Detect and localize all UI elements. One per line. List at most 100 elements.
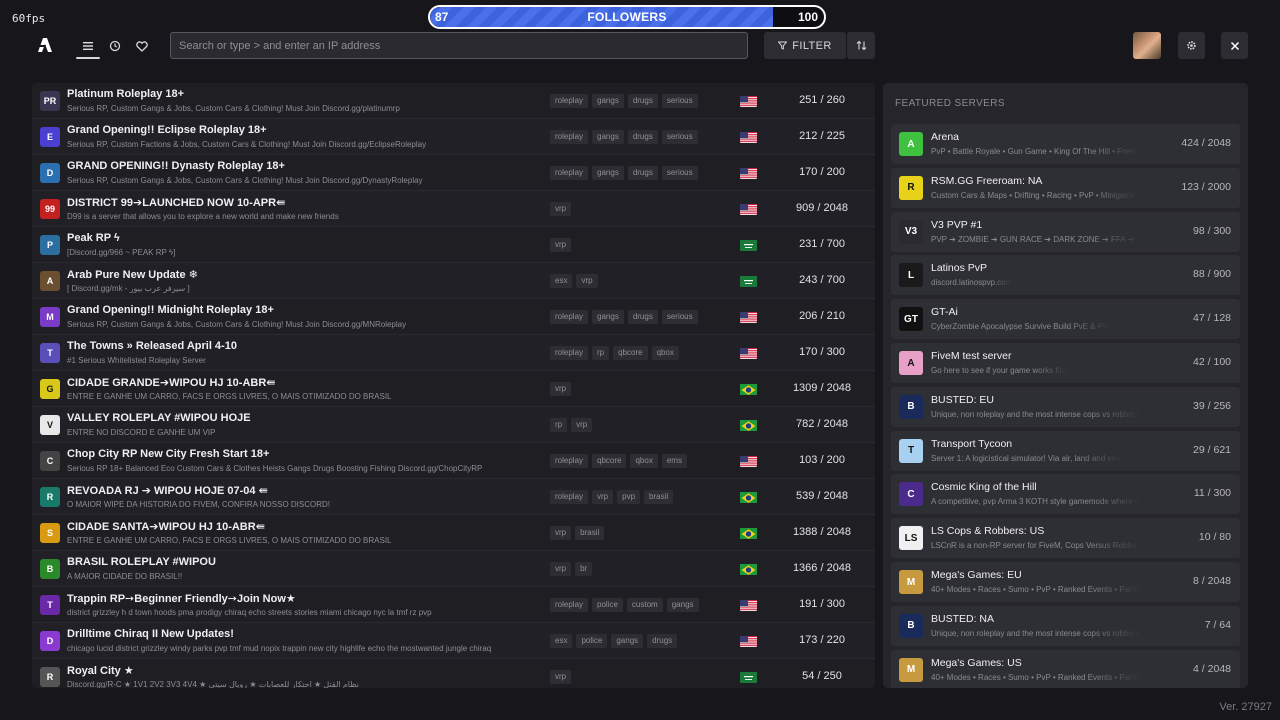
server-row[interactable]: E Grand Opening!! Eclipse Roleplay 18+ Ser…	[32, 119, 875, 155]
server-tag[interactable]: serious	[661, 310, 698, 324]
server-tag[interactable]: serious	[661, 166, 698, 180]
server-tag[interactable]: brasil	[575, 526, 605, 540]
featured-server-card[interactable]: M Mega's Games: EU 40+ Modes • Races • Sum…	[891, 562, 1240, 602]
sort-button[interactable]	[847, 32, 875, 59]
server-row[interactable]: R Royal City ★ Discord.gg/R-C ★ 1V1 2V2 3V…	[32, 659, 875, 688]
server-tag[interactable]: qbox	[651, 346, 679, 360]
server-tag[interactable]: custom	[626, 598, 663, 612]
server-tags: roleplay police custom gangs	[550, 598, 699, 612]
server-tag[interactable]: br	[575, 562, 593, 576]
server-icon: R	[40, 667, 60, 687]
history-icon[interactable]	[105, 36, 125, 56]
server-tag[interactable]: roleplay	[550, 598, 589, 612]
server-list[interactable]: PR Platinum Roleplay 18+ Serious RP, Custo…	[32, 83, 875, 688]
server-tag[interactable]: drugs	[647, 634, 678, 648]
server-tag[interactable]: drugs	[627, 94, 658, 108]
server-tag[interactable]: vrp	[550, 202, 572, 216]
server-tag[interactable]: gangs	[592, 166, 624, 180]
server-name: Grand Opening!! Eclipse Roleplay 18+	[67, 124, 267, 136]
server-tag[interactable]: vrp	[571, 418, 593, 432]
settings-button[interactable]	[1178, 32, 1205, 59]
server-row[interactable]: P Peak RP ϟ [Discord.gg/966 ~ PEAK RP ϟ] vr…	[32, 227, 875, 263]
server-tag[interactable]: roleplay	[550, 490, 589, 504]
server-tag[interactable]: vrp	[550, 382, 572, 396]
server-tag[interactable]: ems	[661, 454, 687, 468]
search-input[interactable]	[170, 32, 748, 59]
featured-server-card[interactable]: V3 V3 PVP #1 PVP ➔ ZOMBIE ➔ GUN RACE ➔ DAR…	[891, 211, 1240, 252]
server-tag[interactable]: gangs	[611, 634, 644, 648]
featured-server-card[interactable]: A Arena PvP • Battle Royale • Gun Game • K…	[891, 124, 1240, 164]
user-avatar[interactable]	[1133, 32, 1161, 59]
featured-server-card[interactable]: B BUSTED: EU Unique, non roleplay and the …	[891, 386, 1240, 427]
featured-server-card[interactable]: R RSM.GG Freeroam: NA Custom Cars & Maps •…	[891, 167, 1240, 208]
server-tag[interactable]: brasil	[644, 490, 674, 504]
server-tag[interactable]: esx	[550, 634, 573, 648]
server-tag[interactable]: gangs	[592, 94, 624, 108]
server-tag[interactable]: vrp	[550, 670, 572, 684]
server-player-count: 909 / 2048	[796, 202, 848, 214]
server-tag[interactable]: drugs	[627, 310, 658, 324]
heart-icon[interactable]	[132, 36, 152, 56]
server-tag[interactable]: drugs	[627, 130, 658, 144]
server-row[interactable]: 99 DISTRICT 99➔LAUNCHED NOW 10-APR⇚ D99 is…	[32, 191, 875, 227]
server-row[interactable]: D GRAND OPENING!! Dynasty Roleplay 18+ Ser…	[32, 155, 875, 191]
server-description: D99 is a server that allows you to explo…	[67, 212, 339, 221]
featured-server-card[interactable]: A FiveM test server Go here to see if your…	[891, 343, 1240, 383]
server-row[interactable]: S CIDADE SANTA➔WIPOU HJ 10-ABR⇚ ENTRE E GA…	[32, 515, 875, 551]
featured-server-card[interactable]: T Transport Tycoon Server 1: A logicistica…	[891, 430, 1240, 471]
server-tag[interactable]: roleplay	[550, 94, 589, 108]
server-row[interactable]: T Trappin RP➙Beginner Friendly➙Join Now★ d…	[32, 587, 875, 623]
server-tag[interactable]: qbox	[630, 454, 658, 468]
server-tag[interactable]: rp	[592, 346, 610, 360]
server-tag[interactable]: vrp	[592, 490, 614, 504]
server-row[interactable]: PR Platinum Roleplay 18+ Serious RP, Custo…	[32, 83, 875, 119]
server-tag[interactable]: gangs	[592, 130, 624, 144]
server-tag[interactable]: drugs	[627, 166, 658, 180]
server-row[interactable]: B BRASIL ROLEPLAY #WIPOU A MAIOR CIDADE DO…	[32, 551, 875, 587]
server-tag[interactable]: roleplay	[550, 346, 589, 360]
featured-server-icon: C	[899, 482, 923, 507]
server-tag[interactable]: police	[592, 598, 623, 612]
server-row[interactable]: V VALLEY ROLEPLAY #WIPOU HOJE ENTRE NO DIS…	[32, 407, 875, 443]
featured-server-description: Custom Cars & Maps • Drifting • Racing •…	[931, 190, 1140, 200]
fivem-logo-icon[interactable]	[37, 37, 53, 53]
server-tag[interactable]: qbcore	[613, 346, 648, 360]
server-tag[interactable]: roleplay	[550, 130, 589, 144]
server-tag[interactable]: roleplay	[550, 166, 589, 180]
server-row[interactable]: R REVOADA RJ ➔ WIPOU HOJE 07-04 ⇚ O MAIOR …	[32, 479, 875, 515]
server-tag[interactable]: rp	[550, 418, 568, 432]
featured-server-card[interactable]: LS LS Cops & Robbers: US LSCnR is a non-RP…	[891, 518, 1240, 559]
server-tag[interactable]: gangs	[592, 310, 624, 324]
flag-us-icon	[740, 95, 757, 107]
featured-server-description: CyberZombie Apocalypse Survive Build PvE…	[931, 322, 1113, 332]
featured-server-icon: M	[899, 570, 923, 594]
server-tag[interactable]: serious	[661, 94, 698, 108]
close-button[interactable]	[1221, 32, 1248, 59]
server-tag[interactable]: vrp	[550, 562, 572, 576]
server-tag[interactable]: roleplay	[550, 454, 589, 468]
server-row[interactable]: C Chop City RP New City Fresh Start 18+ Se…	[32, 443, 875, 479]
featured-server-card[interactable]: C Cosmic King of the Hill A competitive, p…	[891, 474, 1240, 515]
featured-server-card[interactable]: L Latinos PvP discord.latinospvp.com 88 / 9…	[891, 255, 1240, 296]
server-tag[interactable]: roleplay	[550, 310, 589, 324]
server-tag[interactable]: serious	[661, 130, 698, 144]
featured-server-card[interactable]: B BUSTED: NA Unique, non roleplay and the …	[891, 605, 1240, 646]
server-tag[interactable]: qbcore	[592, 454, 627, 468]
server-tag[interactable]: vrp	[576, 274, 598, 288]
server-row[interactable]: G CIDADE GRANDE➔WIPOU HJ 10-ABR⇚ ENTRE E G…	[32, 371, 875, 407]
server-tag[interactable]: gangs	[666, 598, 699, 612]
filter-button[interactable]: FILTER	[764, 32, 846, 59]
featured-server-card[interactable]: M Mega's Games: US 40+ Modes • Races • Sum…	[891, 649, 1240, 688]
server-tag[interactable]: police	[576, 634, 608, 648]
server-row[interactable]: T The Towns » Released April 4-10 #1 Serio…	[32, 335, 875, 371]
featured-server-card[interactable]: GT GT-Ai CyberZombie Apocalypse Survive Bu…	[891, 299, 1240, 340]
server-tag[interactable]: esx	[550, 274, 573, 288]
server-player-count: 539 / 2048	[796, 490, 848, 502]
server-tag[interactable]: vrp	[550, 238, 572, 252]
server-row[interactable]: M Grand Opening!! Midnight Roleplay 18+ Se…	[32, 299, 875, 335]
server-tag[interactable]: vrp	[550, 526, 572, 540]
list-icon[interactable]	[78, 36, 98, 56]
server-tag[interactable]: pvp	[617, 490, 641, 504]
server-row[interactable]: D Drilltime Chiraq II New Updates! chicago…	[32, 623, 875, 659]
server-row[interactable]: A Arab Pure New Update ❄ [ Discord.gg/mk -…	[32, 263, 875, 299]
